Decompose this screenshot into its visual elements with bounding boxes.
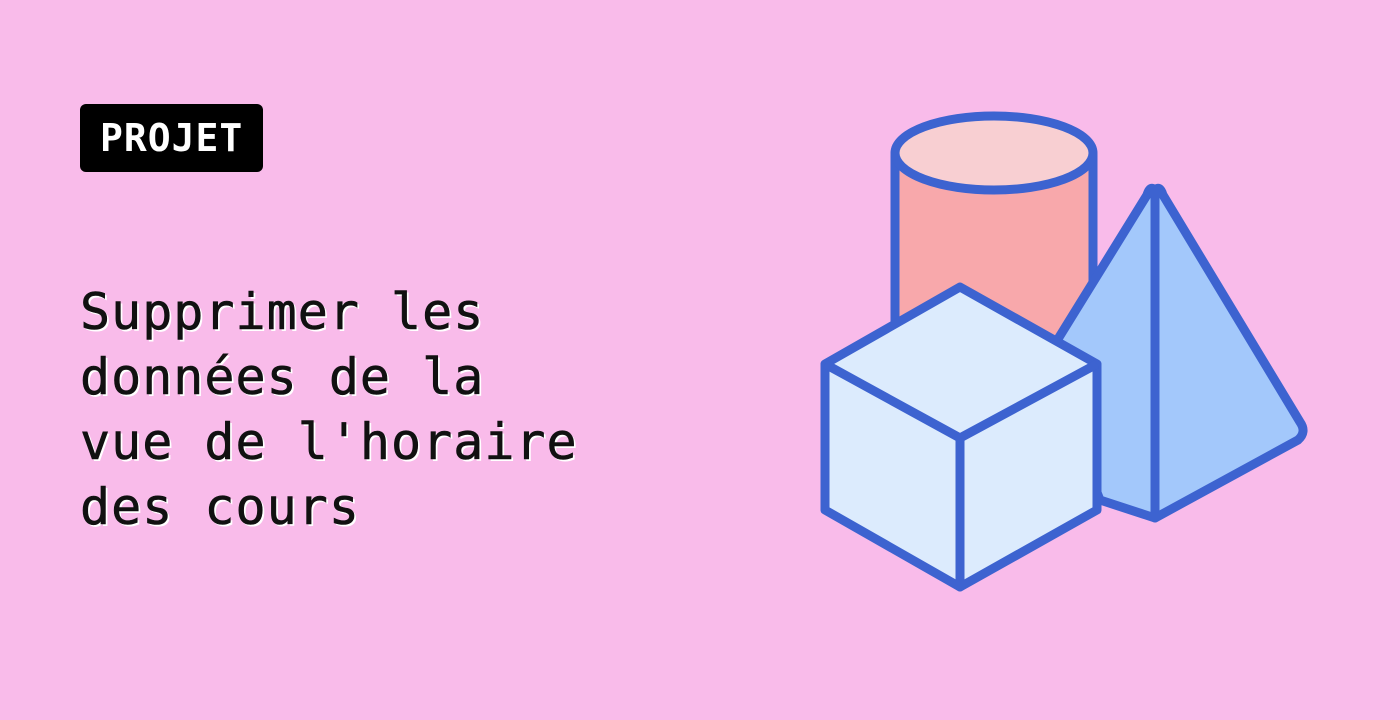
title-line-3: vue de l'horaire xyxy=(80,413,578,472)
title-line-4: des cours xyxy=(80,478,360,537)
page-title: Supprimer les données de la vue de l'hor… xyxy=(80,280,700,540)
geometric-shapes-illustration xyxy=(820,111,1308,592)
category-badge-label: PROJET xyxy=(100,116,244,160)
category-badge: PROJET xyxy=(80,104,264,172)
title-line-2: données de la xyxy=(80,348,485,407)
title-line-1: Supprimer les xyxy=(80,283,485,342)
